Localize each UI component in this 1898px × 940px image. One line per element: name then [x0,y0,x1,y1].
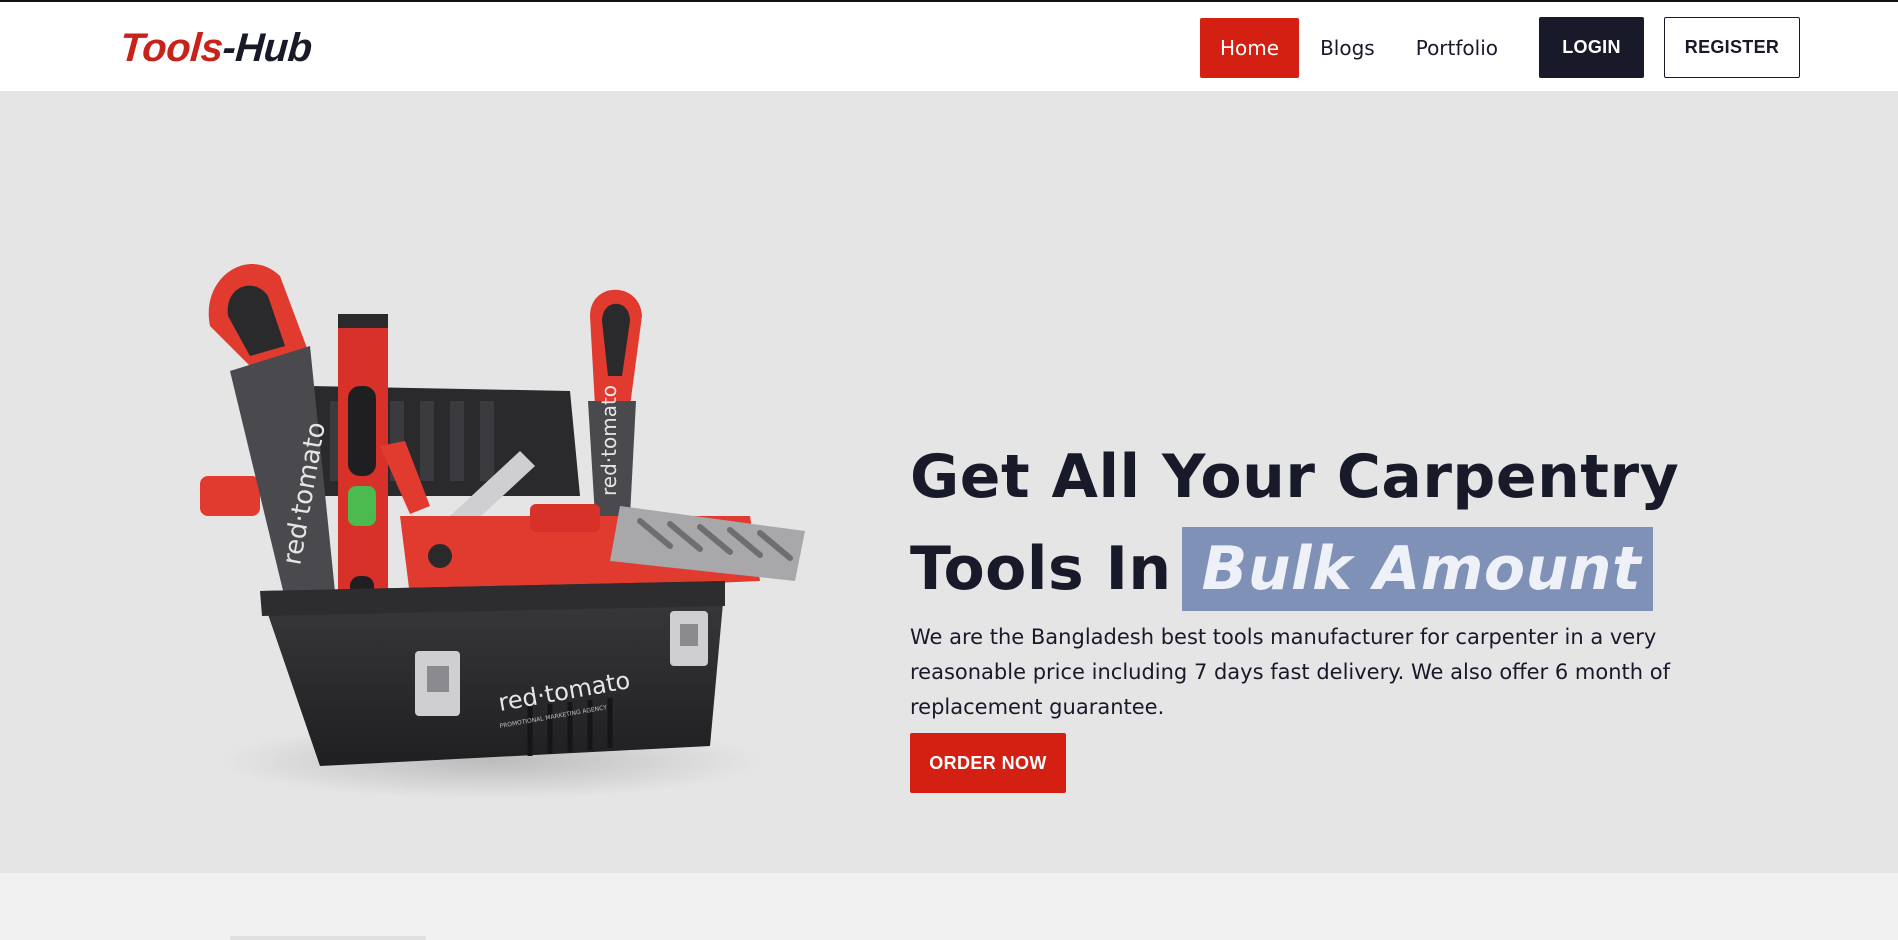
nav-link-home[interactable]: Home [1200,17,1300,78]
hero-description: We are the Bangladesh best tools manufac… [910,625,1670,719]
toolbox-illustration: red·tomato red·tomato red·tomato PROMOTI… [200,264,805,799]
red-handle-left [200,476,260,516]
small-red-case [530,504,600,532]
nav-link-portfolio[interactable]: Portfolio [1396,18,1518,78]
tape-measure [414,530,466,582]
nav-link-blogs[interactable]: Blogs [1300,18,1395,78]
login-button[interactable]: LOGIN [1539,17,1644,78]
toolbox-body: red·tomato PROMOTIONAL MARKETING AGENCY [260,581,725,766]
order-now-button[interactable]: ORDER NOW [910,733,1066,793]
logo-text-hub: -Hub [221,26,314,70]
hero-title-highlight: Bulk Amount [1181,527,1654,612]
hero-title: Get All Your Carpentry Tools In Bulk Amou… [910,431,1770,615]
hero-title-line2-prefix: Tools In [910,534,1172,605]
register-button[interactable]: REGISTER [1664,17,1800,78]
handsaw-right: red·tomato [588,289,642,516]
hero-title-line1: Get All Your Carpentry [910,442,1680,513]
hero-section: red·tomato red·tomato red·tomato PROMOTI… [0,91,1898,873]
next-section-edge [230,936,426,940]
saw-right-brand: red·tomato [597,385,621,496]
nav-menu: Home Blogs Portfolio LOGIN REGISTER [1200,17,1800,78]
logo-text-tools: Tools [118,26,225,70]
navbar: Tools-Hub Home Blogs Portfolio LOGIN REG… [0,2,1898,91]
site-logo[interactable]: Tools-Hub [118,24,313,72]
